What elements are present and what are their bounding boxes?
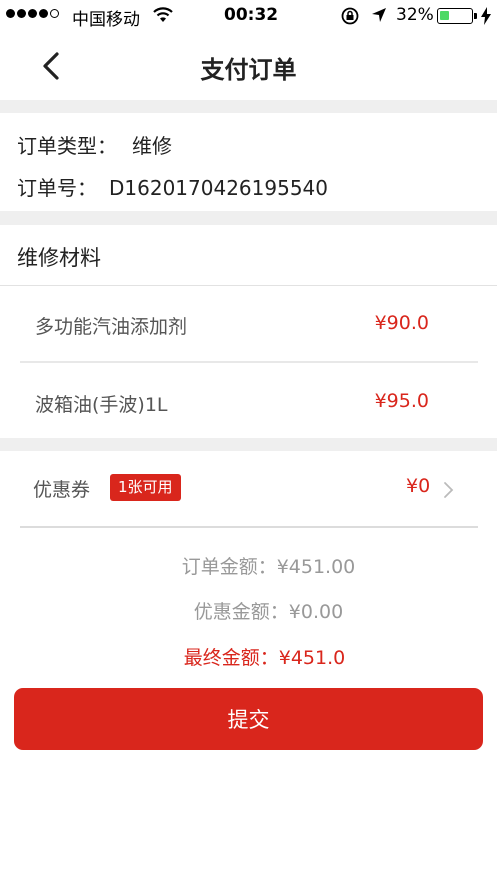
- material-price: ¥90.0: [374, 312, 429, 334]
- material-price: ¥95.0: [374, 390, 429, 412]
- submit-button[interactable]: 提交: [14, 688, 483, 750]
- location-icon: [372, 8, 386, 22]
- chevron-right-icon: [444, 482, 454, 498]
- coupon-label: 优惠券: [33, 479, 91, 501]
- battery-percent: 32%: [396, 5, 434, 25]
- page-title: 支付订单: [200, 56, 297, 84]
- carrier-name: 中国移动: [72, 10, 140, 30]
- battery-icon: [437, 8, 473, 24]
- wifi-icon: [153, 7, 173, 22]
- coupon-available-badge: 1张可用: [110, 474, 181, 501]
- navigation-bar: 支付订单: [0, 32, 497, 100]
- order-number-value: D1620170426195540: [109, 176, 328, 200]
- order-number-row: 订单号： D1620170426195540: [17, 172, 328, 201]
- order-type-label: 订单类型：: [17, 134, 117, 158]
- discount-amount: 优惠金额：¥0.00: [193, 601, 344, 623]
- final-amount: 最终金额：¥451.0: [183, 647, 346, 669]
- order-amount: 订单金额：¥451.00: [181, 556, 356, 578]
- charging-icon: [481, 7, 491, 25]
- status-bar: 中国移动 00:32 32%: [0, 0, 497, 32]
- section-gap: [0, 100, 497, 113]
- material-name: 波箱油(手波)1L: [35, 394, 168, 416]
- order-type-value: 维修: [132, 134, 172, 158]
- order-type-row: 订单类型： 维修: [17, 130, 172, 159]
- battery-level: [440, 11, 449, 20]
- coupon-value: ¥0: [406, 475, 431, 497]
- order-number-label: 订单号：: [17, 176, 97, 200]
- divider: [20, 361, 478, 363]
- status-time: 00:32: [224, 5, 279, 25]
- material-name: 多功能汽油添加剂: [35, 316, 188, 338]
- rotation-lock-icon: [341, 7, 359, 25]
- materials-section-title: 维修材料: [17, 246, 101, 270]
- divider: [20, 526, 478, 528]
- section-gap: [0, 211, 497, 225]
- battery-tip: [474, 13, 477, 19]
- signal-strength-icon: [6, 9, 59, 18]
- section-gap: [0, 438, 497, 451]
- divider: [0, 285, 497, 286]
